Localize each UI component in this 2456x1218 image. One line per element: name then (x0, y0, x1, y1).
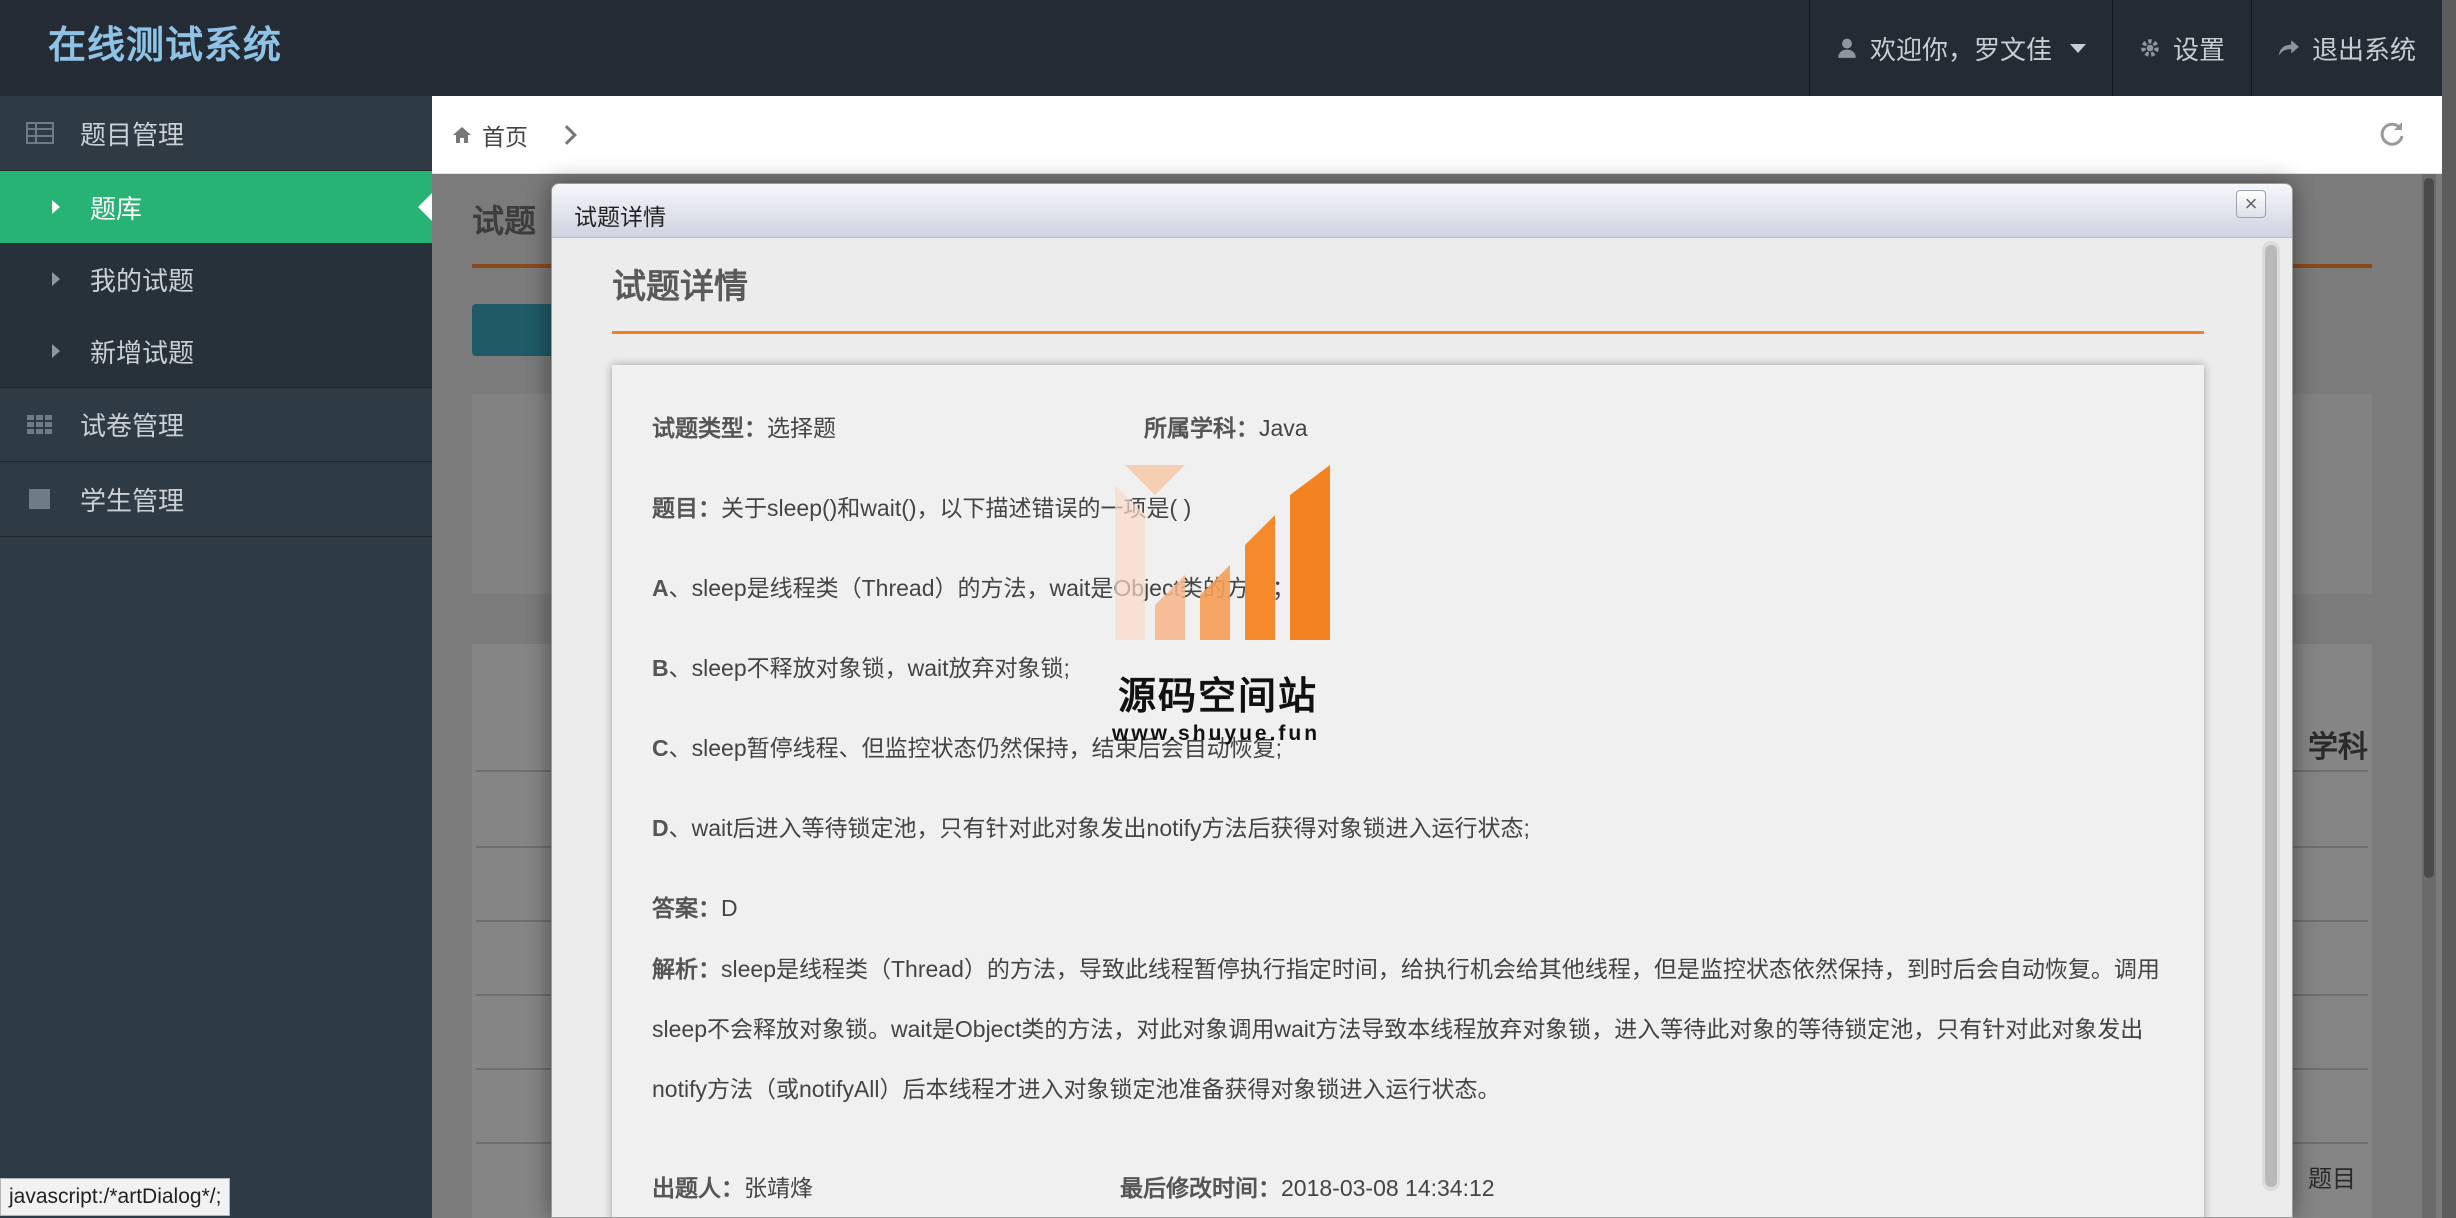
question-card: 试题类型：选择题 所属学科：Java 题目：关于sleep()和wait()，以… (612, 365, 2204, 1217)
top-header: 在线测试系统 欢迎你，罗文佳 设置 退出系统 (0, 0, 2442, 96)
dialog-title: 试题详情 (574, 204, 666, 230)
answer: 答案：D (652, 889, 738, 923)
last-modified: 最后修改时间：2018-03-08 14:34:12 (1120, 1169, 1495, 1203)
breadcrumb-home[interactable]: 首页 (482, 118, 528, 152)
sidebar-group-label: 题目管理 (80, 119, 185, 150)
browser-status-bar: javascript:/*artDialog*/; (0, 1178, 231, 1216)
field-value: 选择题 (767, 415, 836, 441)
chevron-right-icon (557, 125, 577, 145)
sidebar-item-question-bank[interactable]: 题库 (0, 171, 432, 243)
sidebar-group-papers[interactable]: 试卷管理 (0, 387, 432, 462)
user-icon (1838, 38, 1856, 58)
home-icon (453, 127, 471, 143)
window-edge (2442, 0, 2456, 1218)
logout-button[interactable]: 退出系统 (2250, 0, 2442, 96)
field-label: 出题人： (652, 1175, 744, 1201)
dialog-titlebar[interactable]: 试题详情 × (552, 184, 2292, 238)
field-label: 解析： (652, 956, 721, 982)
square-icon (29, 489, 50, 509)
caret-right-icon (52, 200, 60, 214)
sidebar-group-label: 试卷管理 (80, 411, 185, 441)
field-label: 答案： (652, 895, 721, 921)
field-value: 2018-03-08 14:34:12 (1281, 1175, 1495, 1201)
sidebar-item-label: 题库 (90, 193, 143, 224)
logout-label: 退出系统 (2311, 34, 2416, 65)
user-greeting: 欢迎你，罗文佳 (1869, 34, 2052, 65)
settings-label: 设置 (2172, 34, 2225, 65)
user-menu[interactable]: 欢迎你，罗文佳 (1808, 0, 2112, 96)
dialog-scrollbar[interactable] (2262, 241, 2280, 1191)
close-icon: × (2244, 191, 2258, 216)
page-title: 试题 (472, 203, 537, 239)
question-author: 出题人：张靖烽 (652, 1169, 813, 1203)
field-label: 题目： (652, 495, 721, 521)
question-stem: 题目：关于sleep()和wait()，以下描述错误的一项是( ) (652, 489, 1191, 523)
sidebar-item-my-questions[interactable]: 我的试题 (0, 243, 432, 315)
header-actions: 欢迎你，罗文佳 设置 退出系统 (1808, 0, 2442, 96)
sidebar-group-label: 学生管理 (80, 485, 185, 516)
field-label: 所属学科： (1144, 415, 1259, 441)
caret-right-icon (52, 344, 60, 358)
option-letter: D (652, 815, 669, 841)
field-value: D (721, 895, 738, 921)
chevron-down-icon (2069, 43, 2086, 53)
question-subject: 所属学科：Java (1144, 409, 1308, 443)
share-arrow-icon (2279, 40, 2299, 56)
gear-icon (2141, 39, 2159, 57)
field-label: 最后修改时间： (1120, 1175, 1281, 1201)
watermark-url: www.shuyue.fun (1112, 722, 1321, 745)
table-icon (26, 122, 54, 144)
refresh-icon[interactable] (2378, 120, 2406, 148)
settings-button[interactable]: 设置 (2111, 0, 2251, 96)
option-b: B、sleep不释放对象锁，wait放弃对象锁; (652, 649, 1070, 683)
heading-underline (612, 331, 2204, 334)
sidebar-item-label: 我的试题 (90, 265, 195, 296)
dialog-body: 试题详情 试题类型：选择题 所属学科：Java 题目：关于sleep()和wai… (552, 239, 2292, 1217)
caret-right-icon (52, 272, 60, 286)
option-letter: B (652, 655, 669, 681)
sidebar: 题目管理 题库 我的试题 新增试题 试卷管理 学生管理 (0, 96, 432, 1218)
column-header-subject: 学科 (2308, 731, 2368, 764)
option-text: 、wait后进入等待锁定池，只有针对此对象发出notify方法后获得对象锁进入运… (668, 815, 1530, 841)
field-value: 张靖烽 (744, 1175, 813, 1201)
option-text: 、sleep不释放对象锁，wait放弃对象锁; (668, 655, 1070, 681)
analysis-text: sleep是线程类（Thread）的方法，导致此线程暂停执行指定时间，给执行机会… (652, 956, 2160, 1102)
field-label: 试题类型： (652, 415, 767, 441)
option-letter: C (652, 735, 669, 761)
question-detail-dialog: 试题详情 × 试题详情 试题类型：选择题 所属学科：Java 题目：关于slee… (551, 183, 2293, 1218)
sidebar-group-questions[interactable]: 题目管理 (0, 96, 432, 171)
page-scrollbar[interactable] (2422, 174, 2436, 1218)
sidebar-item-label: 新增试题 (90, 337, 195, 368)
breadcrumb: 首页 (452, 118, 577, 152)
sidebar-submenu: 题库 我的试题 新增试题 (0, 171, 432, 387)
sidebar-group-students[interactable]: 学生管理 (0, 462, 432, 537)
analysis: 解析：sleep是线程类（Thread）的方法，导致此线程暂停执行指定时间，给执… (652, 939, 2172, 1119)
table-cell: 题目 (2308, 1166, 2356, 1193)
question-type: 试题类型：选择题 (652, 409, 836, 443)
field-value: Java (1259, 415, 1308, 441)
option-letter: A (652, 575, 669, 601)
app-title: 在线测试系统 (48, 25, 283, 67)
sidebar-item-add-question[interactable]: 新增试题 (0, 315, 432, 387)
close-button[interactable]: × (2236, 190, 2266, 218)
watermark-name: 源码空间站 (1118, 676, 1319, 718)
breadcrumb-bar: 首页 (432, 96, 2442, 174)
dialog-heading: 试题详情 (612, 268, 748, 306)
grid-icon (27, 414, 52, 434)
option-d: D、wait后进入等待锁定池，只有针对此对象发出notify方法后获得对象锁进入… (652, 809, 1530, 843)
